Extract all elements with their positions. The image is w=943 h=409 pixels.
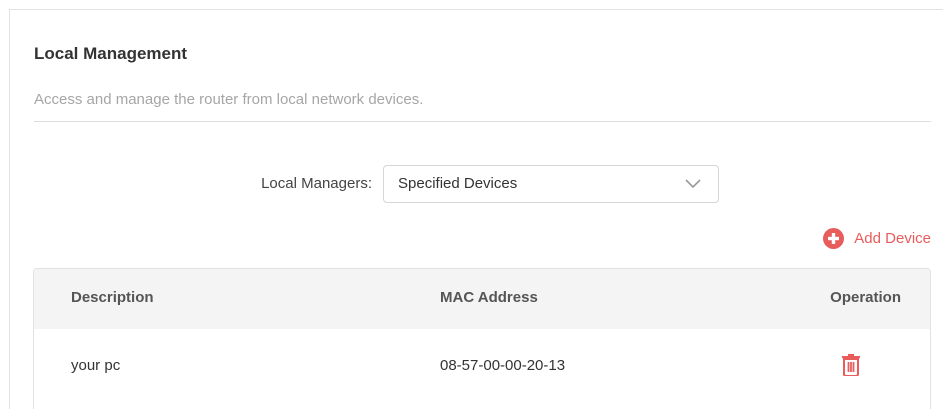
- add-device-button[interactable]: Add Device: [823, 227, 931, 249]
- trash-icon[interactable]: [842, 354, 860, 376]
- chevron-down-icon: [685, 179, 701, 189]
- table-header: Description MAC Address Operation: [34, 269, 930, 329]
- plus-circle-icon: [823, 227, 845, 249]
- add-device-label: Add Device: [854, 229, 931, 247]
- section-title: Local Management: [34, 44, 188, 63]
- row-description: your pc: [71, 357, 121, 374]
- local-managers-label: Local Managers:: [261, 175, 372, 192]
- table-row: your pc 08-57-00-00-20-13: [34, 329, 930, 409]
- section-divider: [34, 121, 931, 122]
- row-mac-address: 08-57-00-00-20-13: [440, 357, 566, 374]
- column-header-mac: MAC Address: [440, 289, 538, 306]
- device-table: Description MAC Address Operation your p…: [33, 268, 931, 409]
- local-managers-value: Specified Devices: [398, 175, 518, 192]
- column-header-operation: Operation: [830, 289, 901, 306]
- section-subtitle: Access and manage the router from local …: [34, 91, 424, 108]
- column-header-description: Description: [71, 289, 154, 306]
- local-managers-select[interactable]: Specified Devices: [383, 165, 719, 203]
